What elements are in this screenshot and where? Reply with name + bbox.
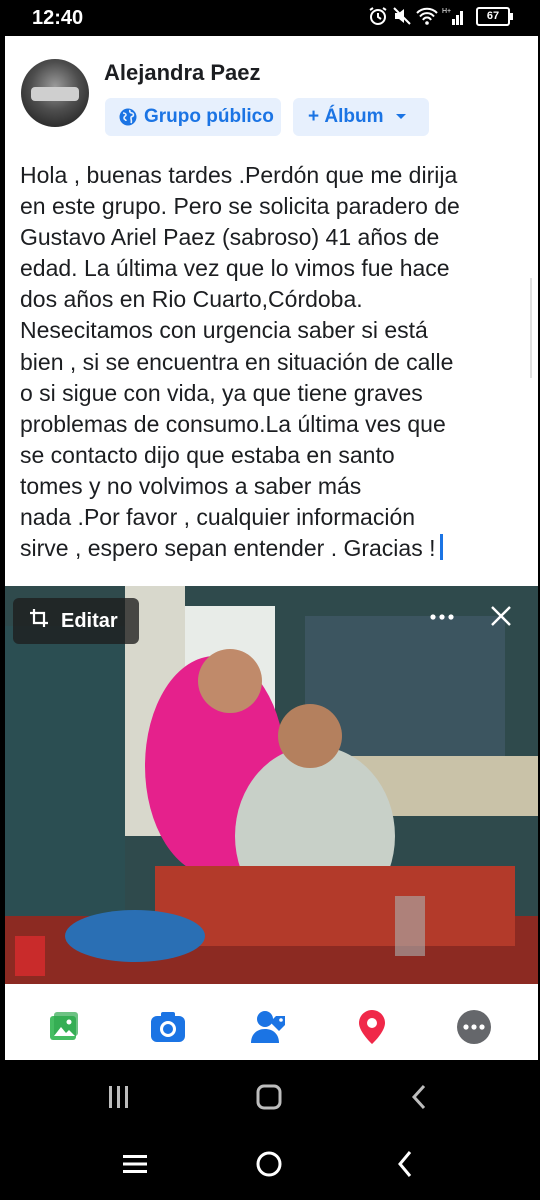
edit-photo-button[interactable]: Editar [13, 598, 139, 644]
status-icons: H+ 67 [368, 6, 513, 26]
svg-text:H+: H+ [442, 8, 451, 15]
scrollbar[interactable] [530, 278, 538, 378]
wifi-icon [416, 6, 438, 26]
battery-level: 67 [486, 9, 500, 22]
recents-icon[interactable] [96, 1080, 142, 1114]
status-bar: 12:40 H+ 67 [0, 0, 540, 36]
home-icon[interactable] [246, 1078, 292, 1116]
more-options-icon[interactable] [456, 1009, 492, 1045]
composer-toolbar [5, 984, 538, 1060]
battery-icon: 67 [476, 6, 513, 26]
photo-scene [5, 586, 538, 984]
more-icon[interactable] [429, 604, 455, 635]
camera-icon[interactable] [150, 1009, 186, 1045]
photo-gallery-icon[interactable] [46, 1009, 82, 1045]
mute-icon [392, 6, 412, 26]
edit-label: Editar [61, 609, 118, 632]
navigation-bar [0, 1062, 540, 1200]
location-pin-icon[interactable] [354, 1009, 390, 1045]
tag-people-icon[interactable] [251, 1009, 287, 1045]
menu-icon[interactable] [112, 1146, 158, 1182]
attached-photo[interactable]: Editar [5, 586, 538, 984]
album-label: + Álbum [308, 106, 384, 127]
home-circle-icon[interactable] [246, 1144, 292, 1184]
signal-icon: H+ [442, 6, 466, 26]
post-text-input[interactable]: Hola , buenas tardes .Perdón que me diri… [20, 160, 530, 564]
globe-icon [119, 108, 137, 126]
avatar[interactable] [21, 59, 89, 127]
status-time: 12:40 [32, 7, 84, 29]
author-name: Alejandra Paez [104, 60, 261, 85]
alarm-icon [368, 6, 388, 26]
crop-icon [29, 608, 49, 634]
post-composer-card: Alejandra Paez Grupo público + Álbum Hol… [5, 36, 538, 586]
back-icon[interactable] [396, 1078, 442, 1116]
audience-label: Grupo público [144, 106, 274, 127]
back-chevron-icon[interactable] [382, 1144, 428, 1184]
caret-down-icon [395, 113, 407, 121]
post-body: Hola , buenas tardes .Perdón que me diri… [20, 162, 460, 562]
audience-selector-button[interactable]: Grupo público [105, 98, 281, 136]
close-icon[interactable] [489, 604, 513, 633]
text-cursor [439, 534, 443, 561]
album-button[interactable]: + Álbum [293, 98, 429, 136]
